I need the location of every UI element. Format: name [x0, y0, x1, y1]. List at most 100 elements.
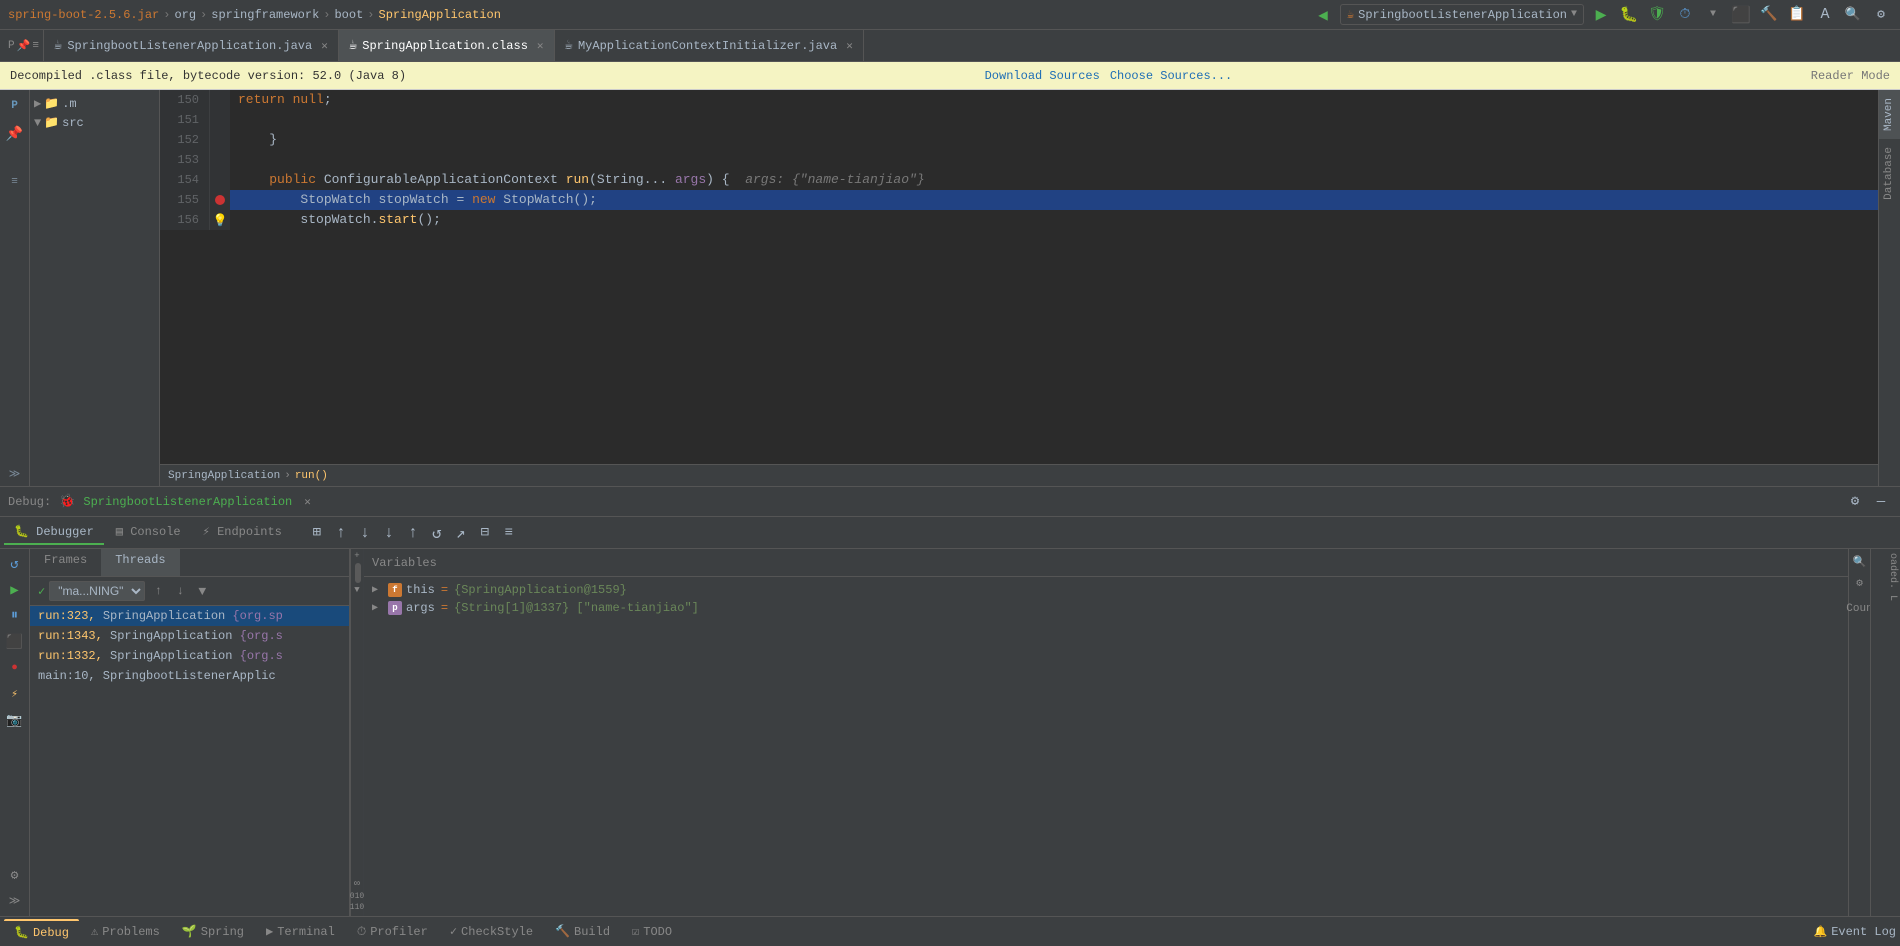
debug-button[interactable]: 🐛 [1618, 4, 1640, 26]
run-to-cursor-btn[interactable]: ↺ [426, 522, 448, 544]
tree-item-m[interactable]: ▶ 📁 .m [30, 94, 159, 113]
bottom-tab-problems[interactable]: ⚠ Problems [81, 920, 170, 943]
settings-top-btn[interactable]: ⚙ [1870, 4, 1892, 26]
stop-button[interactable]: ⬛ [1730, 4, 1752, 26]
debug-settings-side-btn[interactable]: ⚙ [4, 864, 26, 886]
build-button[interactable]: 🔨 [1758, 4, 1780, 26]
thread-selector[interactable]: "ma...NING" [49, 581, 145, 601]
pause-btn[interactable]: ⏸ [4, 605, 26, 627]
reader-mode-btn[interactable]: Reader Mode [1811, 69, 1890, 83]
back-btn[interactable]: ◀ [1312, 4, 1334, 26]
extra-btn-3[interactable]: 110 [350, 903, 364, 912]
bc-class[interactable]: SpringApplication [168, 470, 280, 482]
run-config-dropdown[interactable]: ☕ SpringbootListenerApplication ▼ [1340, 4, 1584, 25]
bottom-tab-checkstyle[interactable]: ✓ CheckStyle [440, 920, 543, 943]
frame-item-0[interactable]: run:323, SpringApplication {org.sp [30, 606, 349, 626]
coverage-button[interactable]: 🛡 [1646, 4, 1668, 26]
tab-my-app-context[interactable]: ☕ MyApplicationContextInitializer.java ✕ [555, 30, 864, 61]
var-expand-args[interactable]: ▶ [372, 602, 384, 614]
stop-debug-btn[interactable]: ⬛ [4, 631, 26, 653]
scroll-down-btn[interactable]: ▼ [351, 583, 363, 597]
var-item-args[interactable]: ▶ p args = {String[1]@1337} ["name-tianj… [364, 599, 1848, 617]
bc-method[interactable]: run() [295, 470, 328, 482]
tree-item-src[interactable]: ▼ 📁 src [30, 113, 159, 132]
frame-item-2[interactable]: run:1332, SpringApplication {org.s [30, 646, 349, 666]
frames-sub-tab[interactable]: Frames [30, 549, 101, 576]
maven-tab[interactable]: Maven [1879, 90, 1900, 139]
resume-btn[interactable]: ▶ [4, 579, 26, 601]
breadcrumb-project[interactable]: spring-boot-2.5.6.jar [8, 8, 159, 22]
sidebar-icon-4[interactable]: ≫ [3, 462, 27, 486]
tab-icon-more[interactable]: ≡ [32, 40, 39, 52]
sidebar-project-icon[interactable]: P [3, 94, 27, 118]
screenshot-btn[interactable]: 📷 [4, 709, 26, 731]
sdk-button[interactable]: 📋 [1786, 4, 1808, 26]
more-btn[interactable]: ≫ [4, 890, 26, 912]
endpoints-tab[interactable]: ⚡ Endpoints [193, 520, 292, 545]
profile-dropdown[interactable]: ▼ [1702, 4, 1724, 26]
breadcrumb-pkg1[interactable]: org [174, 8, 196, 22]
database-tab[interactable]: Database [1879, 139, 1900, 208]
drt-settings-icon[interactable]: ⚙ [1851, 574, 1869, 592]
step-over-btn[interactable]: ↑ [330, 522, 352, 544]
right-sidebar: Maven Database [1878, 90, 1900, 486]
tab-springboot-listener[interactable]: ☕ SpringbootListenerApplication.java ✕ [44, 30, 339, 61]
project-tab-icon[interactable]: P [8, 40, 15, 52]
var-expand-this[interactable]: ▶ [372, 584, 384, 596]
bottom-tab-profiler[interactable]: ⏱ Profiler [347, 921, 438, 943]
rerun-btn[interactable]: ↺ [4, 553, 26, 575]
breadcrumb-pkg2[interactable]: springframework [211, 8, 319, 22]
step-into-btn[interactable]: ↓ [354, 522, 376, 544]
bottom-tab-spring[interactable]: 🌱 Spring [172, 920, 254, 943]
debugger-tab[interactable]: 🐛 Debugger [4, 520, 104, 545]
gutter-155[interactable] [210, 190, 230, 210]
bottom-tab-debug[interactable]: 🐛 Debug [4, 919, 79, 944]
debug-minimize-btn[interactable]: — [1870, 491, 1892, 513]
bottom-tab-build[interactable]: 🔨 Build [545, 920, 620, 943]
arrow-m: ▶ [34, 96, 41, 111]
sidebar-icon-2[interactable]: 📌 [3, 122, 27, 146]
tab-icon-pin[interactable]: 📌 [17, 39, 31, 53]
frame-item-1[interactable]: run:1343, SpringApplication {org.s [30, 626, 349, 646]
bottom-tab-terminal[interactable]: ▶ Terminal [256, 920, 345, 943]
drt-search-icon[interactable]: 🔍 [1851, 553, 1869, 571]
info-links: Download Sources Choose Sources... [985, 69, 1233, 83]
tab-close-2[interactable]: ✕ [537, 39, 544, 53]
extra-btn-1[interactable]: ∞ [354, 879, 360, 890]
sidebar-structure-icon[interactable]: ≡ [3, 170, 27, 194]
force-btn[interactable]: ⚡ [4, 683, 26, 705]
force-step-into-btn[interactable]: ↓ [378, 522, 400, 544]
lang-button[interactable]: A [1814, 4, 1836, 26]
evaluate-btn[interactable]: ↗ [450, 522, 472, 544]
debug-settings-btn[interactable]: ⚙ [1844, 491, 1866, 513]
choose-sources-link[interactable]: Choose Sources... [1110, 69, 1232, 83]
tab-spring-application[interactable]: ☕ SpringApplication.class ✕ [339, 30, 555, 61]
filter-btn[interactable]: ▼ [193, 582, 211, 600]
breadcrumb-pkg4[interactable]: boot [334, 8, 363, 22]
sort-desc-btn[interactable]: ↓ [171, 582, 189, 600]
extra-btn-2[interactable]: 010 [350, 892, 364, 901]
debug-more-btn[interactable]: ≡ [498, 522, 520, 544]
event-log-label[interactable]: Event Log [1831, 925, 1896, 939]
search-everywhere-btn[interactable]: 🔍 [1842, 4, 1864, 26]
frames-btn[interactable]: ⊟ [474, 522, 496, 544]
var-item-this[interactable]: ▶ f this = {SpringApplication@1559} [364, 581, 1848, 599]
run-button[interactable]: ▶ [1590, 4, 1612, 26]
step-out-btn[interactable]: ↑ [402, 522, 424, 544]
threads-sub-tab[interactable]: Threads [101, 549, 179, 576]
breakpoint-btn[interactable]: ● [4, 657, 26, 679]
bottom-tab-todo[interactable]: ☑ TODO [622, 920, 682, 943]
breakpoint-155[interactable] [215, 195, 225, 205]
gutter-156[interactable]: 💡 [210, 210, 230, 230]
scroll-up-btn[interactable]: + [351, 549, 363, 563]
debug-layout-btn[interactable]: ⊞ [306, 522, 328, 544]
debug-session-close[interactable]: ✕ [304, 495, 311, 509]
tab-close-1[interactable]: ✕ [321, 39, 328, 53]
frame-item-3[interactable]: main:10, SpringbootListenerApplic [30, 666, 349, 686]
download-sources-link[interactable]: Download Sources [985, 69, 1100, 83]
console-tab[interactable]: ▤ Console [106, 520, 191, 545]
profile-button[interactable]: ⏱ [1674, 4, 1696, 26]
sort-asc-btn[interactable]: ↑ [149, 582, 167, 600]
tab-close-3[interactable]: ✕ [846, 39, 853, 53]
bulb-icon-156[interactable]: 💡 [213, 213, 228, 228]
